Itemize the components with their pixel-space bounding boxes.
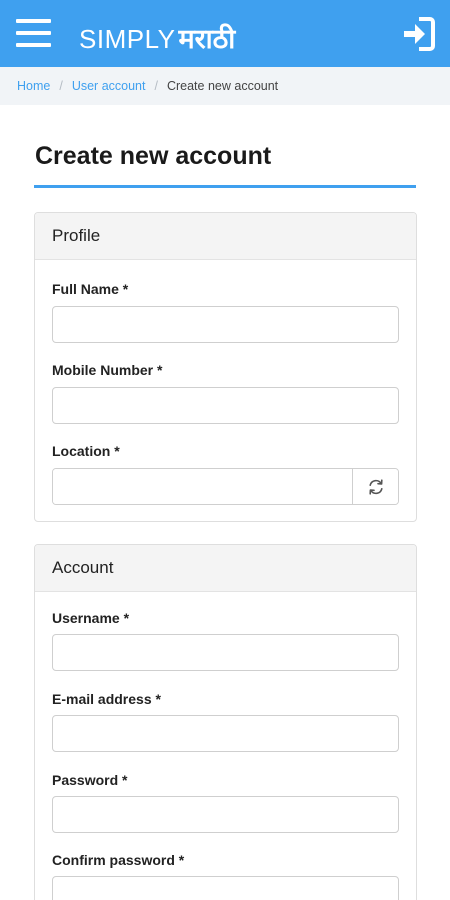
- page-title: Create new account: [35, 142, 272, 170]
- top-navbar: SIMPLY मराठी: [0, 0, 450, 67]
- sign-in-icon[interactable]: [402, 16, 436, 52]
- hamburger-menu-icon[interactable]: [16, 19, 51, 47]
- account-panel: Account Username * E-mail address * Pass…: [34, 544, 417, 900]
- confirm-password-label: Confirm password *: [52, 852, 185, 868]
- brand-logo[interactable]: SIMPLY मराठी: [79, 19, 235, 55]
- breadcrumb-separator: /: [59, 79, 63, 93]
- breadcrumb-separator: /: [154, 79, 158, 93]
- password-field[interactable]: [52, 796, 399, 833]
- email-label: E-mail address *: [52, 691, 161, 707]
- title-underline: [34, 185, 416, 188]
- username-field[interactable]: [52, 634, 399, 671]
- profile-panel-heading: Profile: [35, 213, 416, 260]
- location-refresh-button[interactable]: [352, 469, 398, 504]
- location-label: Location *: [52, 443, 120, 459]
- mobile-number-field[interactable]: [52, 387, 399, 424]
- location-input-group: [52, 468, 399, 505]
- mobile-number-label: Mobile Number *: [52, 362, 163, 378]
- username-label: Username *: [52, 610, 130, 626]
- breadcrumb-current: Create new account: [166, 79, 279, 93]
- full-name-label: Full Name *: [52, 281, 129, 297]
- breadcrumb: Home / User account / Create new account: [0, 67, 450, 105]
- location-field[interactable]: [53, 469, 352, 504]
- breadcrumb-home-link[interactable]: Home: [17, 79, 50, 93]
- account-panel-heading: Account: [35, 545, 416, 592]
- password-label: Password *: [52, 772, 128, 788]
- breadcrumb-user-account-link[interactable]: User account: [72, 79, 146, 93]
- brand-devanagari-text: मराठी: [178, 24, 236, 55]
- brand-latin-text: SIMPLY: [79, 24, 176, 54]
- email-field[interactable]: [52, 715, 399, 752]
- confirm-password-field[interactable]: [52, 876, 399, 900]
- full-name-field[interactable]: [52, 306, 399, 343]
- refresh-icon: [368, 478, 383, 495]
- profile-panel: Profile Full Name * Mobile Number * Loca…: [34, 212, 417, 522]
